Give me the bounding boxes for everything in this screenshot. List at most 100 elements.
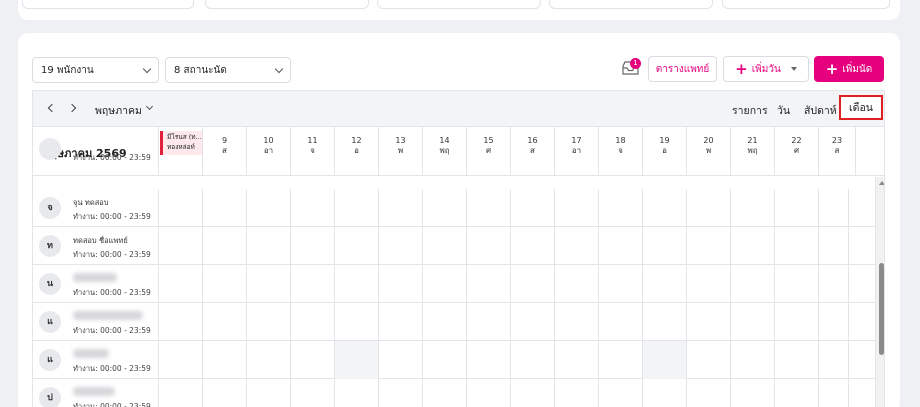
schedule-cell[interactable] <box>203 341 247 379</box>
schedule-cell[interactable] <box>379 379 423 407</box>
employee-filter-select[interactable]: 19 พนักงาน <box>32 57 159 83</box>
schedule-cell[interactable] <box>511 303 555 341</box>
view-month-tab[interactable]: เดือน <box>839 95 883 120</box>
schedule-cell[interactable] <box>731 341 775 379</box>
schedule-cell[interactable] <box>731 379 775 407</box>
schedule-cell[interactable] <box>687 189 731 227</box>
schedule-cell[interactable] <box>687 265 731 303</box>
schedule-cell[interactable] <box>687 303 731 341</box>
schedule-cell[interactable] <box>775 265 819 303</box>
schedule-cell[interactable] <box>687 227 731 265</box>
schedule-cell[interactable] <box>599 303 643 341</box>
schedule-cell[interactable] <box>423 303 467 341</box>
schedule-cell[interactable] <box>731 303 775 341</box>
schedule-cell[interactable] <box>819 189 849 227</box>
summary-card[interactable] <box>377 0 541 9</box>
schedule-cell[interactable] <box>247 303 291 341</box>
schedule-cell[interactable] <box>555 341 599 379</box>
schedule-cell[interactable] <box>731 227 775 265</box>
status-filter-select[interactable]: 8 สถานะนัด <box>165 57 291 83</box>
schedule-cell[interactable] <box>643 265 687 303</box>
schedule-cell[interactable] <box>467 265 511 303</box>
chevron-down-icon[interactable] <box>145 102 154 111</box>
schedule-cell[interactable] <box>203 303 247 341</box>
schedule-cell[interactable] <box>159 303 203 341</box>
schedule-cell[interactable] <box>203 265 247 303</box>
schedule-cell[interactable] <box>819 379 849 407</box>
schedule-cell[interactable] <box>599 341 643 379</box>
schedule-cell[interactable] <box>335 303 379 341</box>
schedule-cell[interactable] <box>511 379 555 407</box>
schedule-cell[interactable] <box>555 227 599 265</box>
summary-card[interactable] <box>205 0 369 9</box>
schedule-cell[interactable] <box>291 379 335 407</box>
scroll-up-icon[interactable] <box>879 181 884 185</box>
schedule-cell[interactable] <box>819 303 849 341</box>
schedule-cell[interactable] <box>335 189 379 227</box>
schedule-cell[interactable] <box>511 341 555 379</box>
schedule-cell[interactable] <box>247 265 291 303</box>
schedule-cell[interactable] <box>159 265 203 303</box>
schedule-cell[interactable] <box>819 265 849 303</box>
schedule-cell[interactable] <box>731 189 775 227</box>
schedule-cell[interactable] <box>643 227 687 265</box>
schedule-cell[interactable] <box>335 227 379 265</box>
schedule-cell[interactable] <box>599 265 643 303</box>
schedule-cell[interactable] <box>291 265 335 303</box>
schedule-cell[interactable] <box>247 189 291 227</box>
schedule-cell[interactable] <box>467 341 511 379</box>
schedule-cell[interactable] <box>159 379 203 407</box>
add-appointment-button[interactable]: + เพิ่มนัด <box>814 56 884 82</box>
schedule-cell[interactable] <box>511 265 555 303</box>
view-week-tab[interactable]: สัปดาห์ <box>804 102 837 119</box>
schedule-cell[interactable] <box>291 341 335 379</box>
schedule-cell[interactable] <box>203 379 247 407</box>
appointment-event[interactable]: มีโรนส (ท... ทองหล่อท์ <box>160 131 202 155</box>
schedule-cell[interactable] <box>775 341 819 379</box>
schedule-cell[interactable] <box>379 189 423 227</box>
employee-cell[interactable]: ปทำงาน: 00:00 - 23:59 <box>33 379 159 407</box>
schedule-cell[interactable] <box>423 265 467 303</box>
schedule-cell[interactable] <box>599 227 643 265</box>
month-selector[interactable]: พฤษภาคม <box>95 102 142 119</box>
schedule-cell[interactable] <box>379 227 423 265</box>
schedule-cell[interactable] <box>335 341 379 379</box>
schedule-cell[interactable] <box>775 303 819 341</box>
summary-card[interactable] <box>722 0 890 9</box>
prev-month-icon[interactable] <box>47 103 57 113</box>
schedule-cell[interactable] <box>687 341 731 379</box>
next-month-icon[interactable] <box>67 103 77 113</box>
employee-cell[interactable]: นทำงาน: 00:00 - 23:59 <box>33 265 159 303</box>
schedule-cell[interactable] <box>247 341 291 379</box>
schedule-cell[interactable] <box>423 227 467 265</box>
schedule-cell[interactable] <box>775 379 819 407</box>
schedule-cell[interactable] <box>643 341 687 379</box>
schedule-cell[interactable] <box>379 303 423 341</box>
schedule-cell[interactable] <box>555 379 599 407</box>
schedule-cell[interactable] <box>291 303 335 341</box>
schedule-cell[interactable] <box>555 303 599 341</box>
employee-cell[interactable]: จ จุน ทดสอบ ทำงาน: 00:00 - 23:59 <box>33 189 159 227</box>
schedule-cell[interactable] <box>291 189 335 227</box>
schedule-cell[interactable] <box>291 227 335 265</box>
summary-card[interactable] <box>22 0 194 9</box>
schedule-cell[interactable] <box>467 303 511 341</box>
schedule-cell[interactable] <box>555 265 599 303</box>
schedule-cell[interactable] <box>687 379 731 407</box>
schedule-cell[interactable] <box>599 189 643 227</box>
schedule-cell[interactable] <box>335 265 379 303</box>
schedule-cell[interactable] <box>731 265 775 303</box>
schedule-cell[interactable] <box>599 379 643 407</box>
schedule-cell[interactable] <box>555 189 599 227</box>
employee-cell[interactable]: แทำงาน: 00:00 - 23:59 <box>33 303 159 341</box>
schedule-cell[interactable] <box>423 189 467 227</box>
doctor-schedule-button[interactable]: ตารางแพทย์ <box>648 56 717 82</box>
add-day-button[interactable]: + เพิ่มวัน <box>723 56 809 82</box>
employee-cell[interactable]: ท ทดสอบ ชื่อแพทย์ ทำงาน: 00:00 - 23:59 <box>33 227 159 265</box>
schedule-cell[interactable] <box>643 303 687 341</box>
view-list-tab[interactable]: รายการ <box>732 102 768 119</box>
schedule-cell[interactable] <box>643 379 687 407</box>
schedule-cell[interactable] <box>467 379 511 407</box>
schedule-cell[interactable] <box>467 189 511 227</box>
schedule-cell[interactable] <box>511 227 555 265</box>
